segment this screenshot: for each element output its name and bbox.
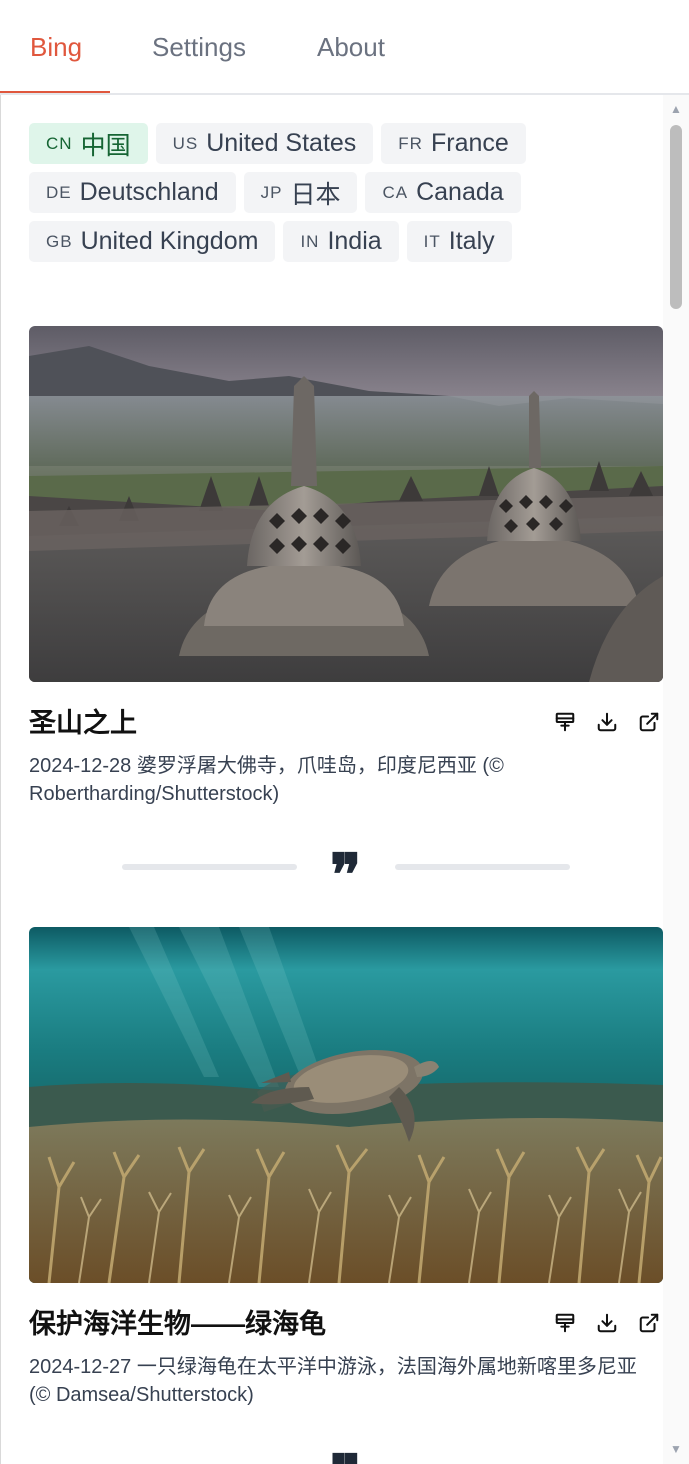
region-code: JP bbox=[260, 182, 283, 202]
tab-settings[interactable]: Settings bbox=[152, 30, 246, 64]
tab-bar: Bing Settings About bbox=[0, 0, 689, 95]
region-name: 中国 bbox=[80, 131, 131, 160]
divider-line bbox=[122, 864, 297, 870]
borobudur-temple-photo bbox=[29, 326, 663, 682]
card-divider: ❞ bbox=[0, 846, 689, 904]
green-sea-turtle-photo bbox=[29, 927, 663, 1283]
card-divider: ❞ bbox=[0, 1447, 689, 1464]
download-icon[interactable] bbox=[595, 1311, 619, 1335]
scrollbar[interactable]: ▲ ▼ bbox=[663, 95, 689, 1464]
download-icon[interactable] bbox=[595, 710, 619, 734]
region-chip-us[interactable]: US United States bbox=[155, 123, 374, 164]
card-description: 2024-12-28 婆罗浮屠大佛寺，爪哇岛，印度尼西亚 (© Robertha… bbox=[29, 755, 504, 805]
region-code: CN bbox=[46, 133, 73, 153]
tab-bing[interactable]: Bing bbox=[30, 30, 82, 64]
region-code: FR bbox=[398, 133, 423, 153]
region-code: IN bbox=[300, 231, 320, 251]
card-title: 圣山之上 bbox=[29, 708, 137, 738]
region-chip-in[interactable]: IN India bbox=[283, 221, 399, 262]
region-code: DE bbox=[46, 182, 72, 202]
wallpaper-card: 保护海洋生物——绿海龟 2024-12-27 一只绿海龟在太平洋中游泳，法国海外… bbox=[29, 927, 663, 1406]
card-actions bbox=[553, 710, 661, 734]
card-description: 2024-12-27 一只绿海龟在太平洋中游泳，法国海外属地新喀里多尼亚 (© … bbox=[29, 1356, 637, 1406]
window-edge bbox=[0, 0, 1, 1464]
region-name: United Kingdom bbox=[80, 227, 259, 255]
region-chip-fr[interactable]: FR France bbox=[381, 123, 526, 164]
region-name: France bbox=[430, 129, 509, 157]
card-title: 保护海洋生物——绿海龟 bbox=[29, 1309, 326, 1339]
quote-icon: ❞ bbox=[330, 841, 362, 909]
region-name: United States bbox=[206, 129, 357, 157]
wallpaper-card: 圣山之上 2024-12-28 婆罗浮屠大佛寺，爪哇岛，印度尼西亚 (© Rob… bbox=[29, 326, 663, 805]
region-code: GB bbox=[46, 231, 73, 251]
region-name: Italy bbox=[448, 227, 495, 255]
region-chip-gb[interactable]: GB United Kingdom bbox=[29, 221, 276, 262]
region-code: CA bbox=[382, 182, 409, 202]
region-selector: CN 中国 US United States FR France DE Deut… bbox=[29, 123, 659, 270]
set-wallpaper-icon[interactable] bbox=[553, 710, 577, 734]
open-external-icon[interactable] bbox=[637, 710, 661, 734]
scroll-down-icon[interactable]: ▼ bbox=[663, 1439, 689, 1459]
region-name: 日本 bbox=[290, 180, 341, 209]
active-tab-indicator bbox=[0, 91, 110, 93]
region-code: IT bbox=[423, 231, 441, 251]
quote-icon: ❞ bbox=[330, 1447, 361, 1464]
divider-line bbox=[395, 864, 570, 870]
region-name: India bbox=[327, 227, 382, 255]
region-chip-it[interactable]: IT Italy bbox=[406, 221, 512, 262]
tab-about[interactable]: About bbox=[317, 30, 385, 64]
open-external-icon[interactable] bbox=[637, 1311, 661, 1335]
wallpaper-image[interactable] bbox=[29, 326, 663, 682]
scroll-up-icon[interactable]: ▲ bbox=[663, 99, 689, 119]
card-actions bbox=[553, 1311, 661, 1335]
region-chip-de[interactable]: DE Deutschland bbox=[29, 172, 236, 213]
region-chip-cn[interactable]: CN 中国 bbox=[29, 123, 148, 164]
scrollbar-thumb[interactable] bbox=[670, 125, 682, 309]
region-name: Deutschland bbox=[79, 178, 219, 206]
set-wallpaper-icon[interactable] bbox=[553, 1311, 577, 1335]
wallpaper-image[interactable] bbox=[29, 927, 663, 1283]
region-name: Canada bbox=[416, 178, 504, 206]
region-chip-jp[interactable]: JP 日本 bbox=[243, 172, 358, 213]
region-chip-ca[interactable]: CA Canada bbox=[365, 172, 521, 213]
region-code: US bbox=[172, 133, 199, 153]
